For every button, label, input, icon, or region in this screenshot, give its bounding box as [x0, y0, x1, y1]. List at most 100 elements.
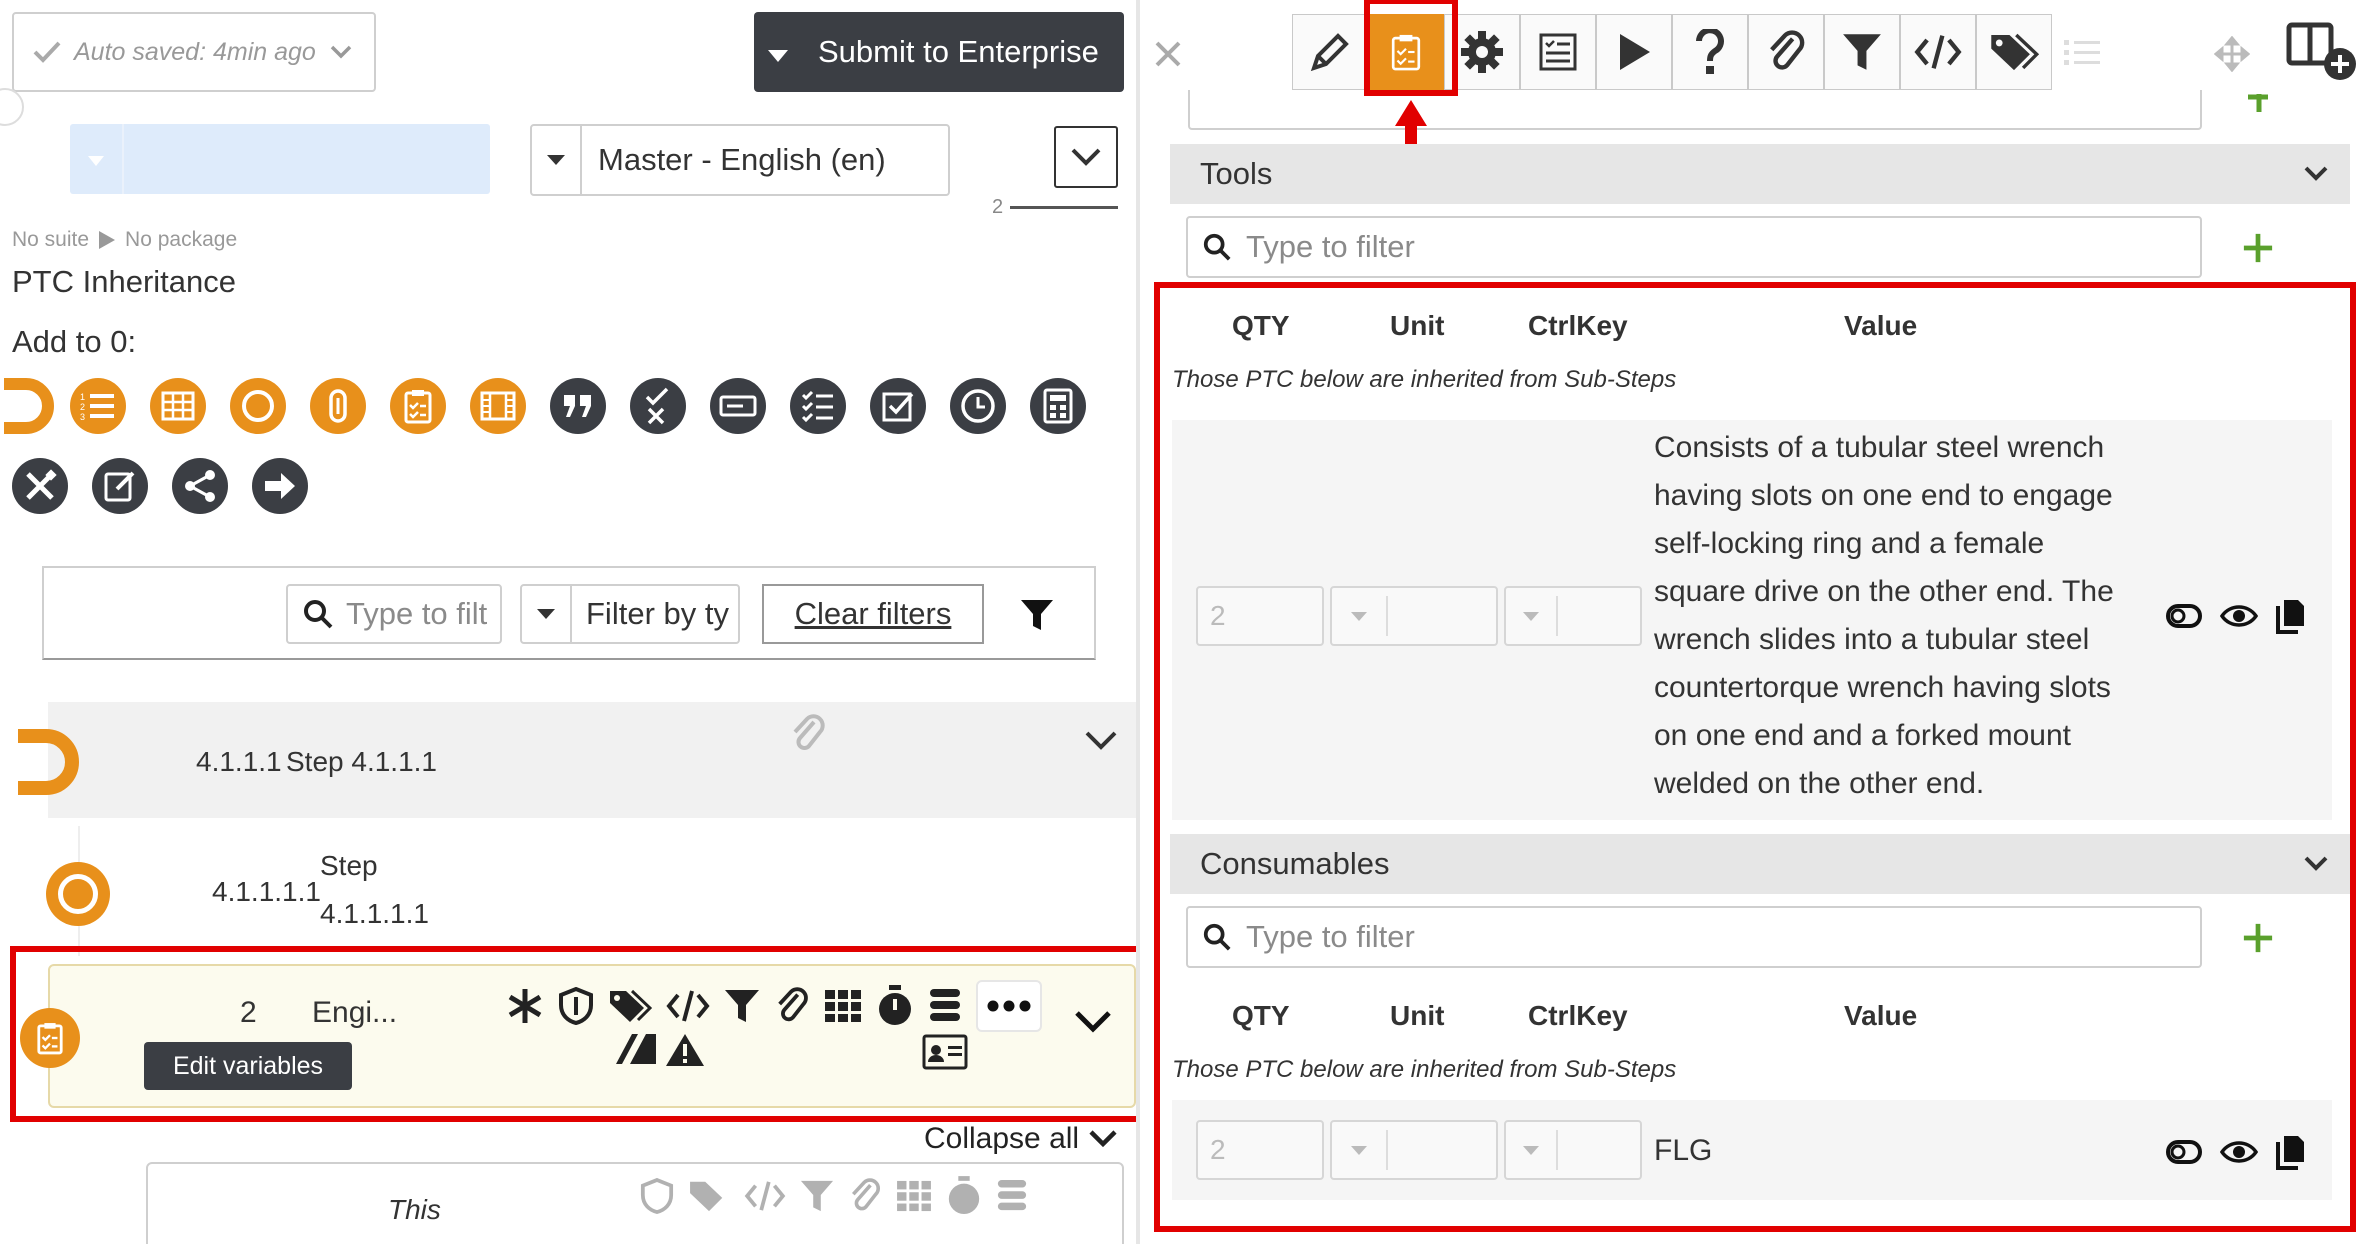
tab-help[interactable]	[1672, 14, 1748, 90]
next-ptc-row[interactable]: This	[146, 1162, 1124, 1244]
database-icon[interactable]	[996, 1178, 1028, 1214]
step-row[interactable]: 4.1.1.1 Step 4.1.1.1	[48, 702, 1136, 818]
tools-section-header[interactable]: Tools	[1170, 144, 2350, 204]
chevron-down-icon[interactable]	[1084, 730, 1118, 752]
language-label: Master - English (en)	[598, 142, 886, 177]
step-add-icon[interactable]	[0, 378, 54, 434]
pencil-icon	[1310, 33, 1349, 72]
tab-filter[interactable]	[1824, 14, 1900, 90]
list-icon[interactable]	[2064, 38, 2100, 68]
tab-attachments[interactable]	[1748, 14, 1824, 90]
page-indicator-line	[1010, 206, 1118, 209]
substep-row[interactable]: 4.1.1.1.1 Step 4.1.1.1.1	[78, 826, 1136, 956]
filter-bar: Type to filt Filter by ty Clear filters	[42, 566, 1096, 660]
clear-filters-button[interactable]: Clear filters	[762, 584, 984, 644]
check-cross-icon[interactable]	[630, 378, 686, 434]
tab-code[interactable]	[1900, 14, 1976, 90]
left-panel: Auto saved: 4min ago Submit to Enterpris…	[0, 0, 1146, 1244]
add-button[interactable]	[2248, 94, 2268, 116]
right-panel: Tools Type to filter QTY Unit CtrlKey Va…	[1140, 0, 2360, 1244]
tools-filter-input[interactable]: Type to filter	[1186, 216, 2202, 278]
svg-text:3: 3	[80, 412, 85, 422]
add-panel-icon[interactable]	[2286, 22, 2360, 82]
filter-type-placeholder: Filter by ty	[586, 596, 729, 631]
check-icon	[33, 41, 61, 63]
filter-icon[interactable]	[800, 1179, 834, 1213]
step-label: Step 4.1.1.1	[286, 746, 438, 777]
submit-label: Submit to Enterprise	[818, 34, 1099, 69]
paperclip-icon[interactable]	[790, 714, 826, 754]
share-icon[interactable]	[172, 458, 228, 514]
filter-by-type-select[interactable]: Filter by ty	[520, 584, 740, 644]
circle-step-icon	[46, 862, 110, 926]
tab-edit[interactable]	[1292, 14, 1368, 90]
autosave-text: Auto saved: 4min ago	[74, 37, 316, 66]
svg-text:2: 2	[80, 402, 85, 412]
play-icon	[1620, 34, 1650, 70]
submit-to-enterprise-button[interactable]: Submit to Enterprise	[754, 12, 1124, 92]
suite-select[interactable]	[70, 124, 490, 194]
add-to-label: Add to 0:	[12, 324, 137, 359]
tab-checklist[interactable]	[1520, 14, 1596, 90]
circle-step-icon[interactable]	[230, 378, 286, 434]
breadcrumb-suite[interactable]: No suite	[12, 228, 89, 252]
input-field-icon[interactable]	[710, 378, 766, 434]
breadcrumb: No suite No package	[12, 228, 237, 252]
add-tool-button[interactable]	[2242, 232, 2274, 264]
substep-label-line2: 4.1.1.1.1	[320, 898, 429, 929]
collapse-all-button[interactable]: Collapse all	[924, 1122, 1117, 1156]
previous-filter-input[interactable]	[1188, 90, 2202, 130]
search-placeholder: Type to filt	[346, 596, 488, 631]
move-icon[interactable]	[2214, 36, 2250, 72]
chevron-down-icon	[2304, 166, 2328, 181]
caret-down-icon	[537, 609, 555, 619]
edit-note-icon[interactable]	[92, 458, 148, 514]
numbered-list-icon[interactable]: 123	[70, 378, 126, 434]
chevron-down-icon	[1089, 1130, 1117, 1148]
form-list-icon	[1539, 33, 1577, 71]
tab-tags[interactable]	[1976, 14, 2052, 90]
collapse-all-label: Collapse all	[924, 1122, 1080, 1155]
search-input[interactable]: Type to filt	[286, 584, 502, 644]
autosave-dropdown[interactable]: Auto saved: 4min ago	[12, 12, 376, 92]
paperclip-icon[interactable]	[848, 1178, 882, 1214]
shield-icon[interactable]	[640, 1178, 674, 1214]
link-icon[interactable]	[310, 378, 366, 434]
next-row-text: This	[388, 1194, 441, 1225]
close-icon[interactable]	[1154, 40, 1182, 68]
add-icons-row-2	[12, 458, 308, 514]
language-select[interactable]: Master - English (en)	[530, 124, 950, 196]
table-icon[interactable]	[150, 378, 206, 434]
caret-down-icon	[547, 155, 565, 165]
caret-down-icon	[768, 50, 788, 62]
checklist-icon[interactable]	[790, 378, 846, 434]
arrow-right-icon[interactable]	[252, 458, 308, 514]
page-count: 2	[992, 196, 1004, 218]
quote-icon[interactable]	[550, 378, 606, 434]
grid-icon[interactable]	[896, 1180, 932, 1212]
highlight-box-right	[1154, 282, 2356, 1232]
checkbox-icon[interactable]	[870, 378, 926, 434]
code-icon[interactable]	[744, 1180, 786, 1212]
step-number: 4.1.1.1	[196, 746, 282, 777]
clock-icon[interactable]	[950, 378, 1006, 434]
filter-icon[interactable]	[1020, 598, 1054, 632]
tools-filter-placeholder: Type to filter	[1246, 229, 1415, 264]
caret-down-icon	[88, 156, 104, 166]
stopwatch-icon[interactable]	[946, 1176, 982, 1216]
clipboard-checklist-icon[interactable]	[390, 378, 446, 434]
highlight-box-tab	[1364, 0, 1458, 96]
expand-toggle-button[interactable]	[1054, 126, 1118, 188]
tab-play[interactable]	[1596, 14, 1672, 90]
tags-icon[interactable]	[688, 1178, 730, 1214]
chevron-down-icon	[330, 45, 352, 59]
breadcrumb-package[interactable]: No package	[125, 228, 237, 252]
code-icon	[1914, 35, 1962, 69]
collapse-handle[interactable]	[0, 88, 24, 126]
highlight-box-left	[10, 946, 1146, 1122]
gear-icon	[1461, 31, 1503, 73]
calculator-icon[interactable]	[1030, 378, 1086, 434]
film-icon[interactable]	[470, 378, 526, 434]
tools-icon[interactable]	[12, 458, 68, 514]
tools-label: Tools	[1200, 156, 1273, 191]
